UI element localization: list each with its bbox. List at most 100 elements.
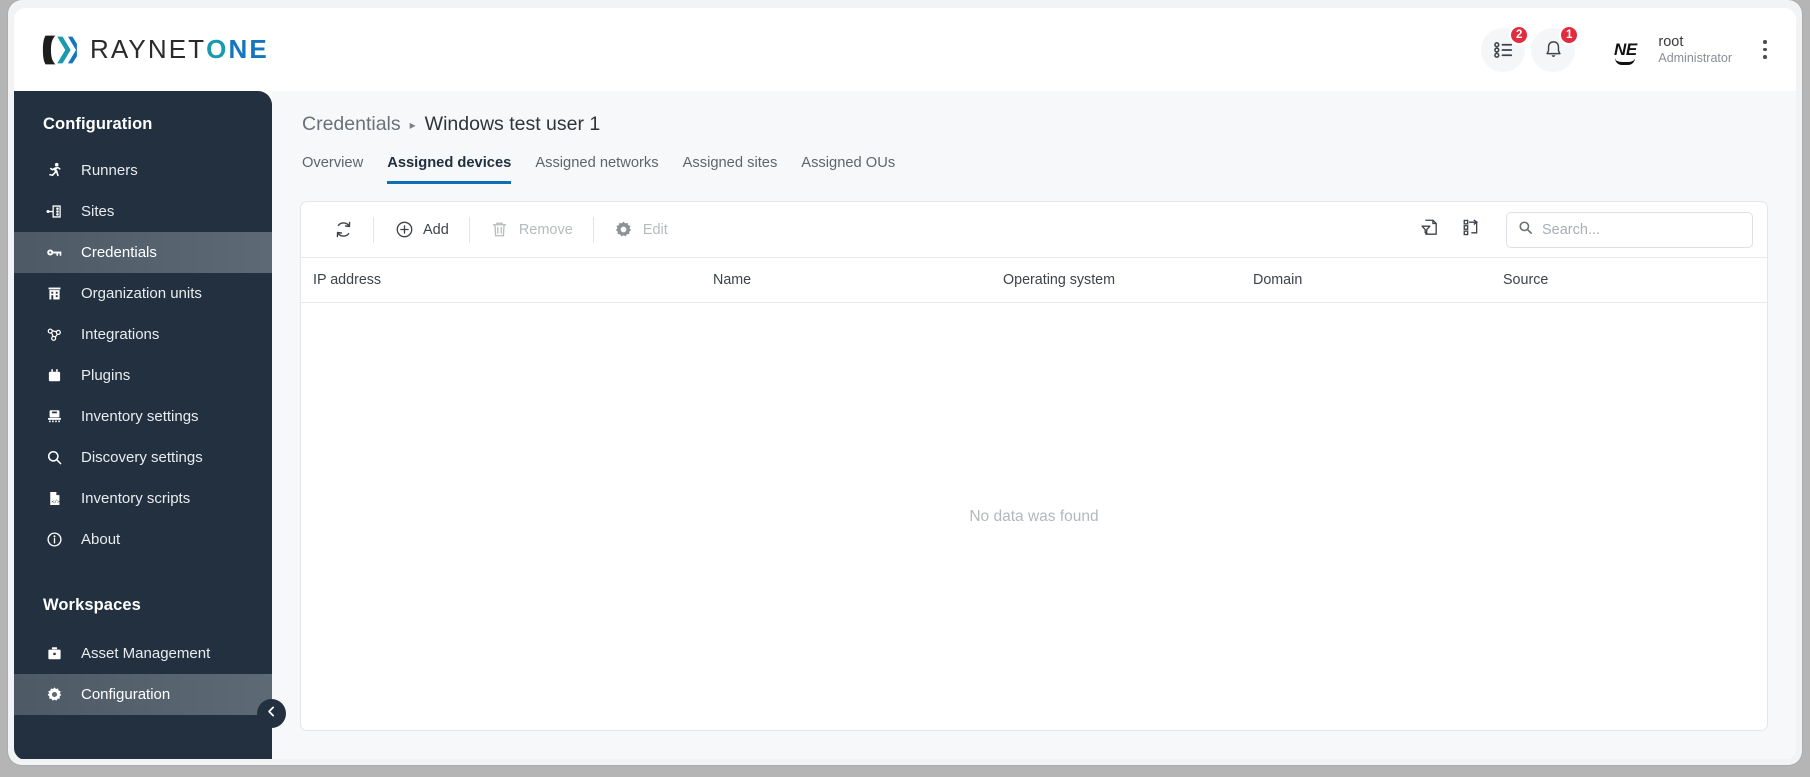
browser-page: RAYNETONE 2 1 NE root Administrator Conf… [8, 0, 1802, 765]
user-role: Administrator [1658, 50, 1732, 65]
gear-icon [614, 220, 634, 239]
column-header-name[interactable]: Name [701, 272, 991, 288]
sidebar-section-title-workspaces: Workspaces [43, 596, 141, 614]
sidebar-item-runners[interactable]: Runners [14, 150, 272, 191]
brand-logo[interactable]: RAYNETONE [41, 33, 269, 67]
sidebar-item-label: Asset Management [81, 645, 211, 662]
breadcrumb: Credentials ▸ Windows test user 1 [300, 113, 1768, 136]
edit-button[interactable]: Edit [600, 211, 682, 249]
user-meta: root Administrator [1658, 34, 1732, 66]
gear-icon [43, 686, 65, 703]
sidebar-item-inventory-settings[interactable]: Inventory settings [14, 396, 272, 437]
tab-assigned-networks[interactable]: Assigned networks [535, 155, 658, 184]
sidebar-item-about[interactable]: About [14, 519, 272, 560]
kebab-dot [1763, 55, 1767, 59]
info-circle-icon [43, 531, 65, 548]
edit-label: Edit [642, 221, 668, 238]
sidebar-item-credentials[interactable]: Credentials [14, 232, 272, 273]
sidebar-item-label: Discovery settings [81, 449, 203, 466]
toolbar-divider [592, 216, 594, 243]
integrations-icon [43, 326, 65, 343]
grid-toolbar-right [1410, 211, 1753, 249]
more-vertical-icon[interactable] [1752, 33, 1778, 67]
sidebar-item-label: Integrations [81, 326, 160, 343]
sidebar-item-label: Inventory scripts [81, 490, 191, 507]
tab-bar: Overview Assigned devices Assigned netwo… [300, 155, 1768, 185]
sidebar-collapse-button[interactable] [257, 699, 286, 728]
sidebar-item-label: Inventory settings [81, 408, 199, 425]
body-row: Configuration Runners Sites Credentials … [14, 91, 1796, 760]
grid-toolbar: Add Remove Edit Search... [301, 202, 1767, 257]
tab-assigned-devices[interactable]: Assigned devices [387, 155, 512, 184]
sidebar-item-inventory-scripts[interactable]: </> Inventory scripts [14, 478, 272, 519]
inventory-scanner-icon [43, 408, 65, 425]
app-header: RAYNETONE 2 1 NE root Administrator [14, 8, 1796, 91]
user-name: root [1658, 33, 1684, 50]
sidebar-item-label: Organization units [81, 285, 202, 302]
runner-icon [43, 162, 65, 179]
avatar: NE [1603, 27, 1648, 72]
key-icon [43, 244, 65, 261]
refresh-icon [333, 220, 353, 239]
chevron-left-icon [265, 705, 278, 723]
task-list-button[interactable]: 2 [1481, 24, 1530, 72]
breadcrumb-separator-icon: ▸ [409, 117, 416, 132]
tab-assigned-ous[interactable]: Assigned OUs [801, 155, 895, 184]
sidebar: Configuration Runners Sites Credentials … [14, 91, 286, 760]
breadcrumb-root[interactable]: Credentials [302, 113, 401, 136]
column-header-operating-system[interactable]: Operating system [991, 272, 1241, 288]
refresh-button[interactable] [319, 211, 367, 249]
header-actions: 2 1 NE root Administrator [1481, 24, 1778, 72]
sidebar-item-discovery-settings[interactable]: Discovery settings [14, 437, 272, 478]
sidebar-item-label: Plugins [81, 367, 131, 384]
sidebar-item-configuration[interactable]: Configuration [14, 674, 272, 715]
building-icon [43, 285, 65, 302]
sidebar-item-label: Credentials [81, 244, 157, 261]
kebab-dot [1763, 47, 1767, 52]
plus-circle-icon [394, 220, 414, 239]
app-shell: RAYNETONE 2 1 NE root Administrator Conf… [14, 8, 1796, 760]
avatar-initials: NE [1614, 39, 1637, 59]
desktop-background: RAYNETONE 2 1 NE root Administrator Conf… [0, 0, 1810, 777]
toolbar-divider [468, 216, 470, 243]
assigned-devices-card: Add Remove Edit Search... IP address Nam… [300, 201, 1768, 731]
briefcase-icon [43, 645, 65, 662]
sidebar-item-organization-units[interactable]: Organization units [14, 273, 272, 314]
notifications-badge: 1 [1558, 24, 1580, 45]
add-label: Add [423, 221, 449, 238]
column-header-ip-address[interactable]: IP address [301, 272, 701, 288]
table-header-row: IP address Name Operating system Domain … [301, 257, 1767, 303]
tab-overview[interactable]: Overview [302, 155, 363, 184]
notifications-button[interactable]: 1 [1531, 24, 1580, 72]
sidebar-item-label: Sites [81, 203, 115, 220]
export-filter-icon [1419, 217, 1440, 243]
sidebar-item-sites[interactable]: Sites [14, 191, 272, 232]
plug-box-icon [43, 367, 65, 384]
task-list-icon [1493, 39, 1514, 60]
search-input[interactable] [1542, 221, 1741, 238]
sidebar-item-plugins[interactable]: Plugins [14, 355, 272, 396]
export-filter-button[interactable] [1410, 211, 1448, 249]
magnifier-icon [43, 449, 65, 466]
remove-button[interactable]: Remove [476, 211, 587, 249]
bell-icon [1543, 39, 1564, 60]
column-header-source[interactable]: Source [1491, 272, 1691, 288]
toolbar-divider [373, 216, 374, 243]
kebab-dot [1763, 40, 1767, 44]
tab-assigned-sites[interactable]: Assigned sites [683, 155, 778, 184]
empty-state-message: No data was found [969, 507, 1099, 525]
script-file-icon: </> [43, 490, 65, 507]
sidebar-item-label: About [81, 531, 121, 548]
main-content: Credentials ▸ Windows test user 1 Overvi… [272, 91, 1796, 760]
search-box[interactable] [1506, 211, 1753, 248]
column-header-domain[interactable]: Domain [1241, 272, 1491, 288]
raynet-logo-icon [41, 33, 77, 67]
task-list-badge: 2 [1508, 24, 1530, 45]
add-button[interactable]: Add [380, 211, 463, 249]
table-body: No data was found [301, 303, 1767, 730]
reset-layout-button[interactable] [1452, 211, 1490, 249]
sidebar-item-integrations[interactable]: Integrations [14, 314, 272, 355]
page-title: Windows test user 1 [424, 113, 601, 135]
user-menu[interactable]: NE root Administrator [1603, 27, 1732, 72]
sidebar-item-asset-management[interactable]: Asset Management [14, 633, 272, 674]
